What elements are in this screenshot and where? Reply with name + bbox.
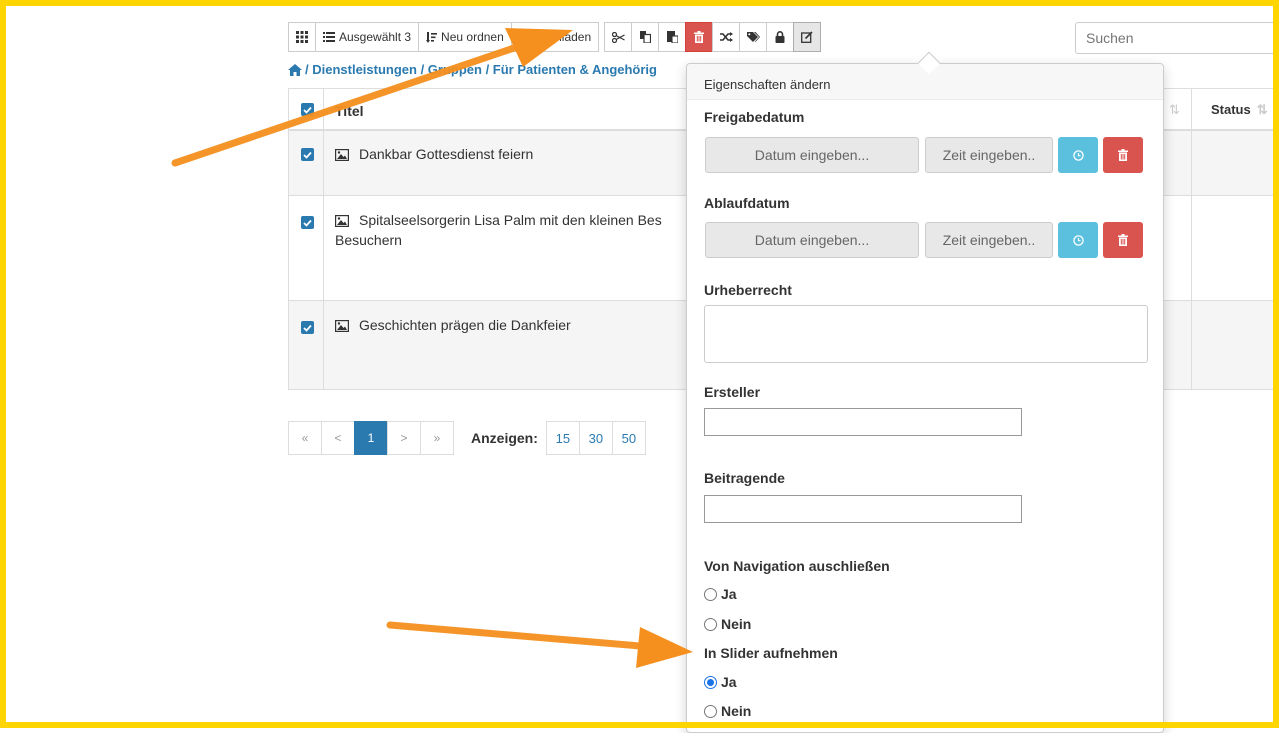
toolbar: Ausgewählt 3 Neu ordnen Hochladen: [288, 22, 822, 52]
clock-icon: [1072, 149, 1084, 161]
trash-icon: [694, 31, 705, 43]
check-icon: [303, 151, 312, 159]
creator-input[interactable]: [704, 408, 1022, 436]
properties-button[interactable]: [793, 22, 822, 52]
properties-popover: Eigenschaften ändern Freigabedatum Datum…: [686, 51, 1164, 733]
first-page-button[interactable]: «: [288, 421, 322, 455]
row-checkbox[interactable]: [301, 321, 314, 334]
row-title[interactable]: Geschichten prägen die Dankfeier: [335, 315, 695, 335]
row-title[interactable]: Dankbar Gottesdienst feiern: [335, 144, 695, 164]
page-size-label: Anzeigen:: [471, 430, 538, 446]
search-input[interactable]: [1075, 22, 1279, 54]
release-date-input[interactable]: Datum eingeben...: [705, 137, 919, 173]
reorder-label: Neu ordnen: [441, 30, 504, 44]
row-title[interactable]: Spitalseelsorgerin Lisa Palm mit den kle…: [335, 210, 695, 250]
clock-icon: [1072, 234, 1084, 246]
release-time-picker-button[interactable]: [1058, 137, 1098, 173]
expiry-time-input[interactable]: Zeit eingeben..: [925, 222, 1053, 258]
paste-button[interactable]: [658, 22, 687, 52]
release-date-label: Freigabedatum: [704, 109, 805, 125]
pagination: « < 1 > » Anzeigen: 15 30 50: [288, 421, 646, 455]
grid-icon: [296, 31, 308, 43]
copy-button[interactable]: [631, 22, 660, 52]
check-icon: [303, 324, 312, 332]
expiry-time-picker-button[interactable]: [1058, 222, 1098, 258]
current-page-button[interactable]: 1: [354, 421, 388, 455]
contributors-input[interactable]: [704, 495, 1022, 523]
check-icon: [303, 219, 312, 227]
trash-icon: [1118, 234, 1128, 246]
slider-label: In Slider aufnehmen: [704, 645, 838, 661]
expiry-date-clear-button[interactable]: [1103, 222, 1143, 258]
slider-no-radio[interactable]: Nein: [704, 703, 751, 719]
trash-icon: [1118, 149, 1128, 161]
next-page-button[interactable]: >: [387, 421, 421, 455]
cut-button[interactable]: [604, 22, 633, 52]
paste-icon: [666, 31, 678, 43]
rename-button[interactable]: [712, 22, 741, 52]
select-all-checkbox[interactable]: [301, 103, 314, 116]
sort-icon[interactable]: ⇅: [1169, 102, 1180, 118]
upload-button[interactable]: Hochladen: [510, 22, 600, 52]
page-size-30[interactable]: 30: [578, 421, 613, 455]
selected-button[interactable]: Ausgewählt 3: [315, 22, 420, 52]
lock-button[interactable]: [766, 22, 795, 52]
exclude-nav-no-radio[interactable]: Nein: [704, 616, 751, 632]
sort-icon: [426, 31, 438, 43]
status-column-header[interactable]: Status ⇅: [1211, 102, 1268, 118]
reorder-button[interactable]: Neu ordnen: [418, 22, 512, 52]
grid-view-button[interactable]: [288, 22, 316, 52]
list-icon: [323, 32, 335, 42]
scissors-icon: [611, 31, 625, 43]
breadcrumb-path[interactable]: / Dienstleistungen / Gruppen / Für Patie…: [305, 62, 657, 77]
check-icon: [303, 106, 312, 114]
last-page-button[interactable]: »: [420, 421, 454, 455]
breadcrumb: / Dienstleistungen / Gruppen / Für Patie…: [288, 62, 657, 77]
exclude-nav-label: Von Navigation auschließen: [704, 558, 890, 574]
row-checkbox[interactable]: [301, 216, 314, 229]
copy-icon: [639, 31, 651, 43]
tags-icon: [746, 31, 760, 42]
page-size-50[interactable]: 50: [611, 421, 646, 455]
expiry-date-label: Ablaufdatum: [704, 195, 790, 211]
exclude-nav-yes-radio[interactable]: Ja: [704, 586, 737, 602]
page-size-15[interactable]: 15: [545, 421, 580, 455]
release-date-clear-button[interactable]: [1103, 137, 1143, 173]
home-icon[interactable]: [288, 63, 302, 76]
title-column-header[interactable]: Titel: [335, 103, 364, 119]
expiry-date-input[interactable]: Datum eingeben...: [705, 222, 919, 258]
delete-button[interactable]: [685, 22, 714, 52]
release-time-input[interactable]: Zeit eingeben..: [925, 137, 1053, 173]
lock-icon: [775, 31, 785, 43]
annotation-arrow-slider: [386, 621, 693, 668]
shuffle-icon: [719, 32, 733, 42]
selected-label: Ausgewählt 3: [339, 30, 412, 44]
image-icon: [335, 215, 349, 227]
image-icon: [335, 149, 349, 161]
copyright-textarea[interactable]: [704, 305, 1148, 363]
upload-icon: [518, 31, 530, 43]
contributors-label: Beitragende: [704, 470, 785, 486]
row-checkbox[interactable]: [301, 148, 314, 161]
tags-button[interactable]: [739, 22, 768, 52]
prev-page-button[interactable]: <: [321, 421, 355, 455]
edit-icon: [801, 31, 813, 43]
image-icon: [335, 320, 349, 332]
slider-yes-radio[interactable]: Ja: [704, 674, 737, 690]
creator-label: Ersteller: [704, 384, 761, 400]
copyright-label: Urheberrecht: [704, 282, 792, 298]
upload-label: Hochladen: [533, 30, 592, 44]
